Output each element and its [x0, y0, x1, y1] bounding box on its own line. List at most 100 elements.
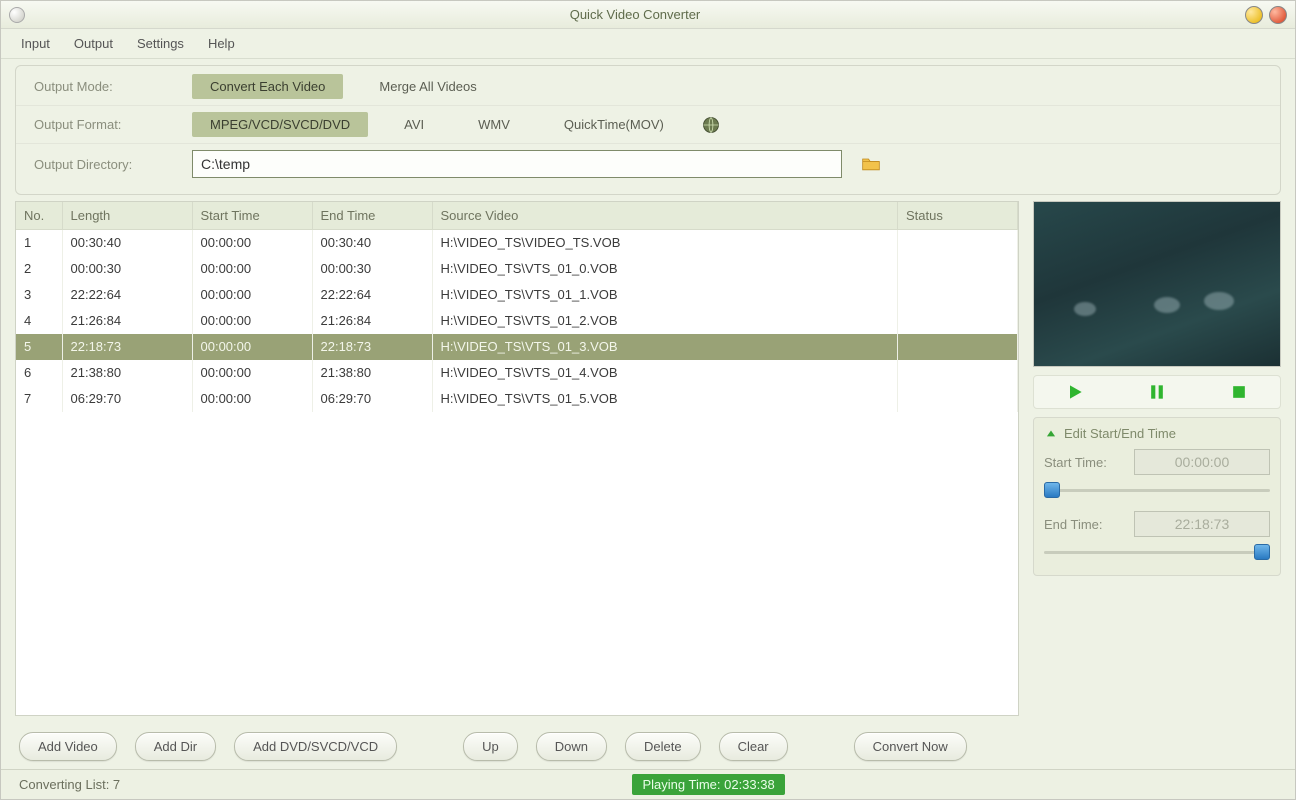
- cell-source: H:\VIDEO_TS\VIDEO_TS.VOB: [432, 230, 898, 256]
- cell-status: [898, 334, 1018, 360]
- cell-status: [898, 386, 1018, 412]
- cell-no: 6: [16, 360, 62, 386]
- cell-start: 00:00:00: [192, 386, 312, 412]
- output-mode-label: Output Mode:: [34, 79, 174, 94]
- format-quicktime[interactable]: QuickTime(MOV): [546, 112, 682, 137]
- minimize-button[interactable]: [1245, 6, 1263, 24]
- preview-controls: [1033, 375, 1281, 409]
- col-end[interactable]: End Time: [312, 202, 432, 230]
- cell-end: 00:30:40: [312, 230, 432, 256]
- system-menu-icon[interactable]: [9, 7, 25, 23]
- cell-no: 2: [16, 256, 62, 282]
- stop-button[interactable]: [1226, 381, 1252, 403]
- pause-button[interactable]: [1144, 381, 1170, 403]
- add-disc-button[interactable]: Add DVD/SVCD/VCD: [234, 732, 397, 761]
- cell-end: 22:18:73: [312, 334, 432, 360]
- table-row[interactable]: 100:30:4000:00:0000:30:40H:\VIDEO_TS\VID…: [16, 230, 1018, 256]
- end-time-field[interactable]: 22:18:73: [1134, 511, 1270, 537]
- table-row[interactable]: 522:18:7300:00:0022:18:73H:\VIDEO_TS\VTS…: [16, 334, 1018, 360]
- col-length[interactable]: Length: [62, 202, 192, 230]
- cell-end: 00:00:30: [312, 256, 432, 282]
- cell-no: 3: [16, 282, 62, 308]
- cell-no: 7: [16, 386, 62, 412]
- col-status[interactable]: Status: [898, 202, 1018, 230]
- menubar: Input Output Settings Help: [1, 29, 1295, 59]
- format-wmv[interactable]: WMV: [460, 112, 528, 137]
- convert-now-button[interactable]: Convert Now: [854, 732, 967, 761]
- down-button[interactable]: Down: [536, 732, 607, 761]
- table-row[interactable]: 200:00:3000:00:0000:00:30H:\VIDEO_TS\VTS…: [16, 256, 1018, 282]
- status-playing-time: Playing Time: 02:33:38: [632, 774, 784, 795]
- window-title: Quick Video Converter: [25, 7, 1245, 22]
- mode-convert-each[interactable]: Convert Each Video: [192, 74, 343, 99]
- cell-length: 00:00:30: [62, 256, 192, 282]
- format-settings-icon[interactable]: [700, 114, 722, 136]
- table-row[interactable]: 322:22:6400:00:0022:22:64H:\VIDEO_TS\VTS…: [16, 282, 1018, 308]
- cell-length: 06:29:70: [62, 386, 192, 412]
- action-bar: Add Video Add Dir Add DVD/SVCD/VCD Up Do…: [1, 722, 1295, 769]
- cell-source: H:\VIDEO_TS\VTS_01_5.VOB: [432, 386, 898, 412]
- cell-source: H:\VIDEO_TS\VTS_01_2.VOB: [432, 308, 898, 334]
- cell-length: 21:26:84: [62, 308, 192, 334]
- menu-settings[interactable]: Settings: [137, 36, 184, 51]
- cell-source: H:\VIDEO_TS\VTS_01_3.VOB: [432, 334, 898, 360]
- end-time-label: End Time:: [1044, 517, 1124, 532]
- cell-status: [898, 282, 1018, 308]
- play-button[interactable]: [1062, 381, 1088, 403]
- cell-end: 06:29:70: [312, 386, 432, 412]
- format-avi[interactable]: AVI: [386, 112, 442, 137]
- cell-source: H:\VIDEO_TS\VTS_01_4.VOB: [432, 360, 898, 386]
- cell-start: 00:00:00: [192, 230, 312, 256]
- delete-button[interactable]: Delete: [625, 732, 701, 761]
- preview-panel: Edit Start/End Time Start Time: 00:00:00…: [1033, 201, 1281, 716]
- start-time-label: Start Time:: [1044, 455, 1124, 470]
- col-start[interactable]: Start Time: [192, 202, 312, 230]
- cell-length: 21:38:80: [62, 360, 192, 386]
- cell-source: H:\VIDEO_TS\VTS_01_0.VOB: [432, 256, 898, 282]
- cell-start: 00:00:00: [192, 308, 312, 334]
- table-row[interactable]: 421:26:8400:00:0021:26:84H:\VIDEO_TS\VTS…: [16, 308, 1018, 334]
- cell-length: 22:18:73: [62, 334, 192, 360]
- mode-merge-all[interactable]: Merge All Videos: [361, 74, 494, 99]
- add-dir-button[interactable]: Add Dir: [135, 732, 216, 761]
- settings-panel: Output Mode: Convert Each Video Merge Al…: [15, 65, 1281, 195]
- table-row[interactable]: 706:29:7000:00:0006:29:70H:\VIDEO_TS\VTS…: [16, 386, 1018, 412]
- file-table-container[interactable]: No. Length Start Time End Time Source Vi…: [15, 201, 1019, 716]
- browse-folder-icon[interactable]: [860, 153, 882, 175]
- cell-length: 22:22:64: [62, 282, 192, 308]
- table-row[interactable]: 621:38:8000:00:0021:38:80H:\VIDEO_TS\VTS…: [16, 360, 1018, 386]
- cell-source: H:\VIDEO_TS\VTS_01_1.VOB: [432, 282, 898, 308]
- cell-status: [898, 256, 1018, 282]
- video-preview[interactable]: [1033, 201, 1281, 367]
- up-button[interactable]: Up: [463, 732, 518, 761]
- cell-status: [898, 308, 1018, 334]
- cell-length: 00:30:40: [62, 230, 192, 256]
- cell-no: 4: [16, 308, 62, 334]
- output-directory-input[interactable]: [192, 150, 842, 178]
- close-button[interactable]: [1269, 6, 1287, 24]
- menu-help[interactable]: Help: [208, 36, 235, 51]
- format-mpeg[interactable]: MPEG/VCD/SVCD/DVD: [192, 112, 368, 137]
- col-no[interactable]: No.: [16, 202, 62, 230]
- cell-status: [898, 230, 1018, 256]
- menu-input[interactable]: Input: [21, 36, 50, 51]
- cell-status: [898, 360, 1018, 386]
- output-format-label: Output Format:: [34, 117, 174, 132]
- cell-end: 21:38:80: [312, 360, 432, 386]
- triangle-up-icon: [1044, 427, 1058, 441]
- cell-end: 22:22:64: [312, 282, 432, 308]
- start-time-slider[interactable]: [1044, 481, 1270, 499]
- start-time-field[interactable]: 00:00:00: [1134, 449, 1270, 475]
- clear-button[interactable]: Clear: [719, 732, 788, 761]
- cell-no: 5: [16, 334, 62, 360]
- cell-end: 21:26:84: [312, 308, 432, 334]
- cell-start: 00:00:00: [192, 360, 312, 386]
- status-list-count: Converting List: 7: [19, 777, 120, 792]
- end-time-slider[interactable]: [1044, 543, 1270, 561]
- col-source[interactable]: Source Video: [432, 202, 898, 230]
- cell-start: 00:00:00: [192, 282, 312, 308]
- titlebar: Quick Video Converter: [1, 1, 1295, 29]
- add-video-button[interactable]: Add Video: [19, 732, 117, 761]
- menu-output[interactable]: Output: [74, 36, 113, 51]
- time-panel: Edit Start/End Time Start Time: 00:00:00…: [1033, 417, 1281, 576]
